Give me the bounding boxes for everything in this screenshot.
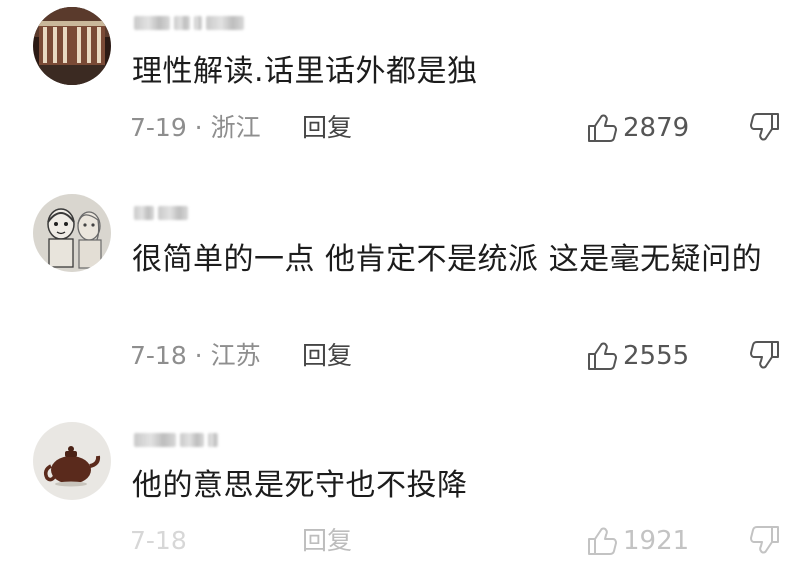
reply-button[interactable]: 回复 [302, 108, 352, 148]
avatar-sketch-image [33, 194, 111, 272]
username[interactable] [134, 430, 218, 450]
thumbs-down-icon [750, 341, 779, 369]
comment-date-location: 7-18 · 江苏 [130, 341, 261, 370]
comment-text: 很简单的一点 他肯定不是统派 这是毫无疑问的 [132, 242, 763, 277]
thumbs-up-icon [588, 527, 617, 555]
comment-meta: 7-18 · 江苏 回复 2555 [130, 336, 790, 376]
username[interactable] [134, 13, 244, 33]
reply-button[interactable]: 回复 [302, 521, 352, 561]
thumbs-up-icon [588, 342, 617, 370]
dislike-button[interactable] [748, 523, 782, 561]
comment-date-location: 7-19 · 浙江 [130, 113, 261, 142]
dislike-button[interactable] [748, 110, 782, 148]
like-button[interactable]: 2879 [585, 110, 689, 146]
avatar-building-image [33, 7, 111, 85]
comment-date-location: 7-18 [130, 526, 187, 555]
comment-meta: 7-19 · 浙江 回复 2879 [130, 108, 790, 148]
dislike-button[interactable] [748, 338, 782, 376]
comment-text: 理性解读.话里话外都是独 [132, 54, 478, 89]
comment-meta: 7-18 回复 1921 [130, 521, 790, 561]
reply-button[interactable]: 回复 [302, 336, 352, 376]
avatar[interactable] [33, 194, 111, 272]
thumbs-up-icon [588, 114, 617, 142]
like-count: 1921 [623, 526, 690, 556]
like-button[interactable]: 2555 [585, 338, 689, 374]
avatar[interactable] [33, 7, 111, 85]
avatar[interactable] [33, 422, 111, 500]
thumbs-down-icon [750, 113, 779, 141]
thumbs-down-icon [750, 526, 779, 554]
comment-text: 他的意思是死守也不投降 [132, 468, 468, 503]
avatar-teapot-image [33, 422, 111, 500]
like-count: 2555 [623, 341, 690, 371]
like-button[interactable]: 1921 [585, 523, 689, 559]
like-count: 2879 [623, 113, 690, 143]
username[interactable] [134, 203, 188, 223]
